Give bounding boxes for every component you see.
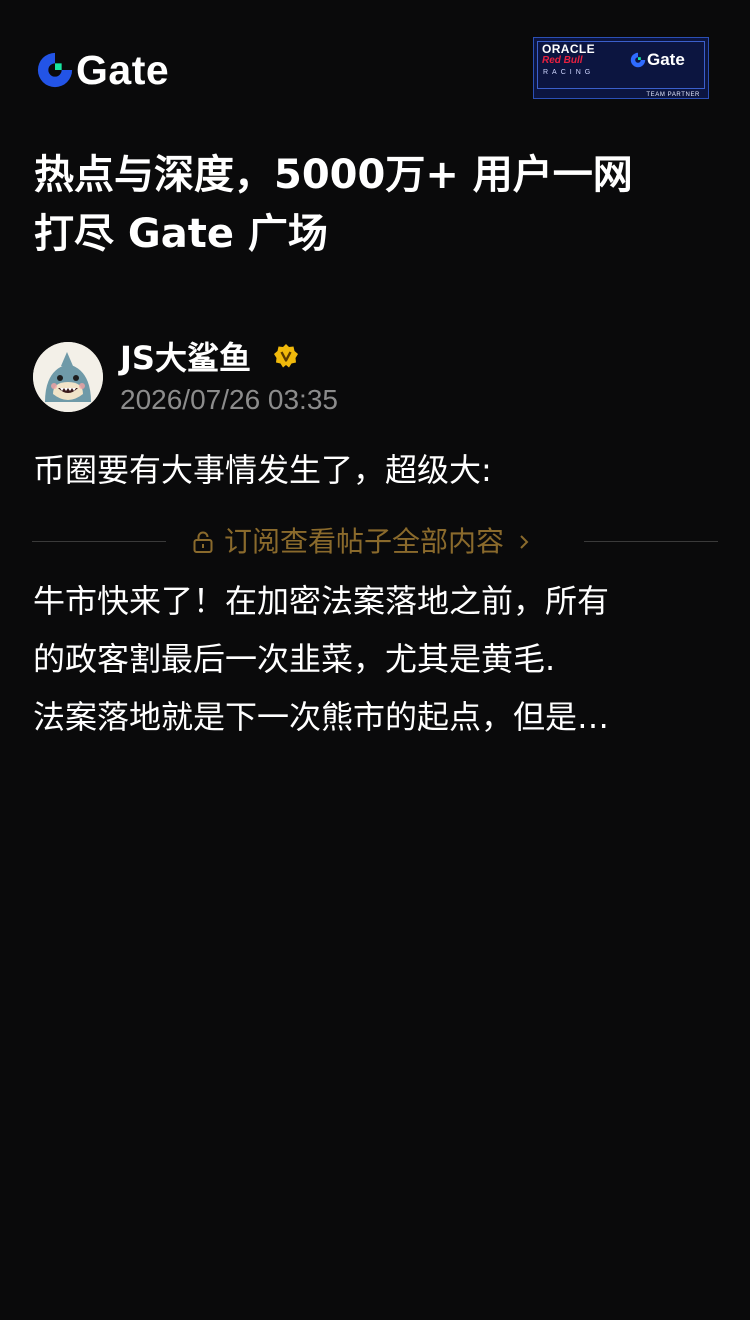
post-author[interactable]: JS大鲨鱼 2026/07/26 03:35 [32,338,722,416]
post-preview: 牛市快来了！在加密法案落地之前，所有 的政客割最后一次韭菜，尤其是黄毛. 法案落… [33,572,723,746]
redbull-wordmark: Red Bull [542,55,583,66]
brand-name: Gate [76,47,170,93]
page-headline: 热点与深度，5000万+ 用户一网 打尽 Gate 广场 [34,146,724,264]
post-timestamp: 2026/07/26 03:35 [120,384,338,415]
preview-line: 牛市快来了！在加密法案落地之前，所有 [33,582,610,620]
preview-line: 法案落地就是下一次熊市的起点，但是… [33,698,610,736]
partner-gate-text: Gate [647,50,685,69]
shark-avatar-icon [33,342,103,412]
verified-badge-icon [274,344,298,368]
subscribe-label: 订阅查看帖子全部内容 [224,525,505,558]
headline-line-2: 打尽 Gate 广场 [34,211,328,257]
oracle-wordmark: ORACLE [542,42,596,56]
header: Gate ORACLE Red Bull RACING Gate TEAM PA… [0,0,750,130]
racing-wordmark: RACING [543,69,595,76]
team-partner-text: TEAM PARTNER [646,92,700,98]
team-partner-badge: ORACLE Red Bull RACING Gate TEAM PARTNER [533,37,709,99]
partner-gate-logo: Gate [630,50,685,70]
chevron-right-icon [520,535,529,549]
headline-line-1: 热点与深度，5000万+ 用户一网 [34,152,633,198]
author-name[interactable]: JS大鲨鱼 [120,338,251,378]
preview-line: 的政客割最后一次韭菜，尤其是黄毛. [33,640,556,678]
gate-logo[interactable]: Gate [36,46,169,94]
avatar[interactable] [33,342,103,412]
subscribe-button[interactable]: 订阅查看帖子全部内容 [192,521,530,563]
gate-logo-icon [630,52,646,68]
divider-left [32,541,166,542]
post-intro-text: 币圈要有大事情发生了，超级大: [33,451,492,489]
lock-icon [193,531,213,553]
gate-logo-icon [37,52,73,88]
subscribe-bar: 订阅查看帖子全部内容 [32,517,718,567]
divider-right [584,541,718,542]
